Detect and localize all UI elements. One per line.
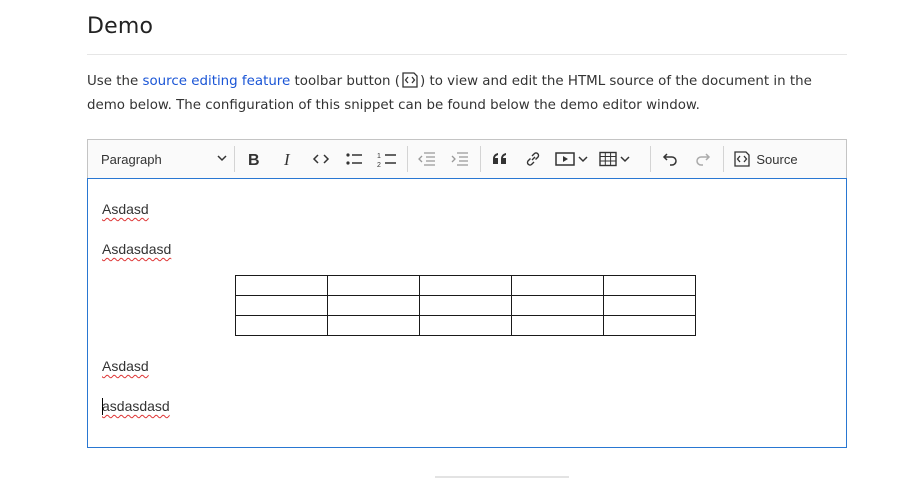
table-cell[interactable] [603, 275, 696, 296]
editor-toolbar: Paragraph B I 12 Source [87, 139, 847, 179]
editor-content[interactable]: Asdasd Asdasdasd Asdasd asdasdasd [87, 178, 847, 448]
svg-text:B: B [248, 152, 260, 167]
heading-dropdown-label: Paragraph [101, 151, 162, 167]
table-cell[interactable] [511, 315, 604, 336]
editor-table[interactable] [235, 275, 696, 336]
undo-button[interactable] [656, 140, 684, 178]
svg-text:I: I [283, 151, 291, 167]
table-cell[interactable] [327, 295, 420, 316]
table-cell[interactable] [235, 275, 328, 296]
media-icon [554, 152, 575, 166]
table-cell[interactable] [235, 295, 328, 316]
table-cell[interactable] [419, 315, 512, 336]
redo-button[interactable] [689, 140, 717, 178]
table-row [235, 275, 696, 296]
toolbar-separator [650, 146, 651, 172]
undo-icon [662, 153, 677, 166]
toolbar-separator [234, 146, 235, 172]
heading-dropdown[interactable]: Paragraph [88, 140, 233, 178]
code-button[interactable] [307, 140, 335, 178]
numbered-list-icon: 12 [377, 153, 396, 168]
media-button[interactable] [552, 140, 590, 178]
source-editing-link[interactable]: source editing feature [143, 74, 291, 89]
table-row [235, 295, 696, 316]
code-icon [312, 154, 330, 164]
toolbar-separator [723, 146, 724, 172]
intro-text: Use the source editing feature toolbar b… [87, 70, 847, 118]
chevron-down-icon [619, 156, 630, 163]
source-icon [734, 151, 751, 167]
editor-paragraph[interactable]: asdasdasd [102, 398, 170, 414]
intro-prefix: Use the [87, 74, 143, 89]
table-cell[interactable] [419, 275, 512, 296]
bulleted-list-button[interactable] [340, 140, 368, 178]
table-cell[interactable] [327, 275, 420, 296]
table-icon [598, 151, 617, 167]
indent-icon [451, 152, 468, 166]
source-button-label: Source [756, 151, 798, 167]
text-caret [102, 398, 103, 415]
italic-icon: I [283, 151, 291, 167]
blockquote-icon [493, 153, 506, 164]
table-button[interactable] [595, 140, 633, 178]
page-title: Demo [87, 14, 154, 39]
scroll-hint-divider [435, 476, 569, 478]
title-divider [87, 54, 847, 55]
blockquote-button[interactable] [486, 140, 514, 178]
numbered-list-button[interactable]: 12 [373, 140, 401, 178]
table-cell[interactable] [419, 295, 512, 316]
indent-button[interactable] [446, 140, 474, 178]
source-button[interactable]: Source [729, 140, 801, 178]
svg-text:2: 2 [377, 162, 381, 168]
link-button[interactable] [519, 140, 547, 178]
outdent-button[interactable] [413, 140, 441, 178]
bold-icon: B [248, 152, 260, 167]
table-cell[interactable] [603, 295, 696, 316]
toolbar-separator [407, 146, 408, 172]
bold-button[interactable]: B [240, 140, 268, 178]
outdent-icon [418, 152, 435, 166]
table-row [235, 315, 696, 336]
link-icon [526, 152, 540, 166]
redo-icon [696, 153, 711, 166]
table-cell[interactable] [603, 315, 696, 336]
chevron-down-icon [577, 156, 588, 163]
intro-mid: toolbar button ( [290, 74, 400, 89]
chevron-down-icon [217, 155, 227, 162]
svg-text:1: 1 [377, 153, 381, 160]
italic-button[interactable]: I [274, 140, 302, 178]
editor-paragraph[interactable]: Asdasd [102, 358, 149, 374]
table-cell[interactable] [511, 295, 604, 316]
table-cell[interactable] [235, 315, 328, 336]
editor-paragraph[interactable]: Asdasd [102, 201, 149, 217]
table-cell[interactable] [327, 315, 420, 336]
table-cell[interactable] [511, 275, 604, 296]
source-icon [400, 71, 420, 89]
editor-paragraph[interactable]: Asdasdasd [102, 241, 171, 257]
toolbar-separator [480, 146, 481, 172]
bulleted-list-icon [346, 153, 362, 165]
